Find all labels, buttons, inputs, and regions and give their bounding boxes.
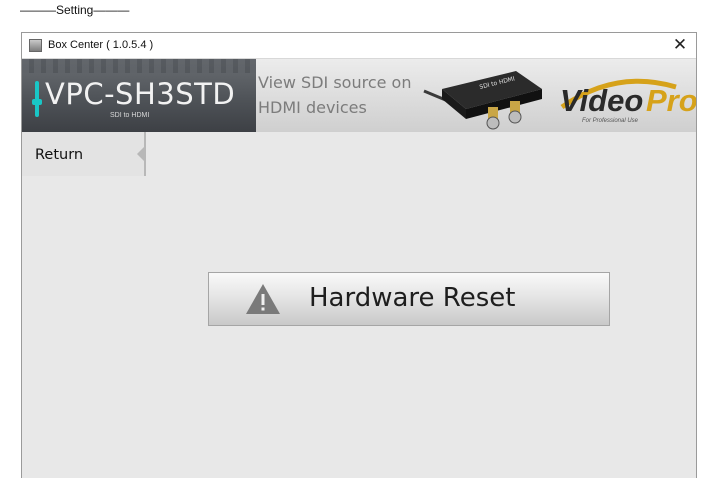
tab-pointer-icon xyxy=(137,147,144,161)
brand-tagline: For Professional Use xyxy=(582,118,639,124)
app-window: Box Center ( 1.0.5.4 ) ✕ VPC-SH3STD SDI … xyxy=(21,32,697,478)
window-title: Box Center ( 1.0.5.4 ) xyxy=(48,39,154,51)
accent-mark-icon xyxy=(32,81,42,117)
model-name: VPC-SH3STD xyxy=(45,77,236,111)
device-texture xyxy=(22,59,256,73)
model-badge: VPC-SH3STD SDI to HDMI xyxy=(22,59,256,132)
page-caption: ———Setting——— xyxy=(20,3,130,17)
app-icon xyxy=(29,39,42,52)
model-subtitle: SDI to HDMI xyxy=(110,112,150,119)
tagline: View SDI source on HDMI devices xyxy=(258,70,411,120)
hardware-reset-button[interactable]: Hardware Reset xyxy=(208,272,610,326)
brand-pro: Pro xyxy=(646,83,696,118)
warning-icon xyxy=(246,284,280,314)
nav-panel: Return xyxy=(22,132,146,176)
tagline-line-2: HDMI devices xyxy=(258,98,367,117)
title-bar: Box Center ( 1.0.5.4 ) ✕ xyxy=(22,33,696,59)
brand-logo: Video Pro For Professional Use xyxy=(560,78,696,124)
device-image: SDI to HDMI xyxy=(423,71,542,130)
brand-video: Video xyxy=(560,83,643,118)
return-button[interactable]: Return xyxy=(22,132,144,176)
hardware-reset-label: Hardware Reset xyxy=(309,283,516,313)
header-banner: VPC-SH3STD SDI to HDMI View SDI source o… xyxy=(22,59,696,132)
close-button[interactable]: ✕ xyxy=(670,35,690,55)
tagline-line-1: View SDI source on xyxy=(258,73,412,92)
